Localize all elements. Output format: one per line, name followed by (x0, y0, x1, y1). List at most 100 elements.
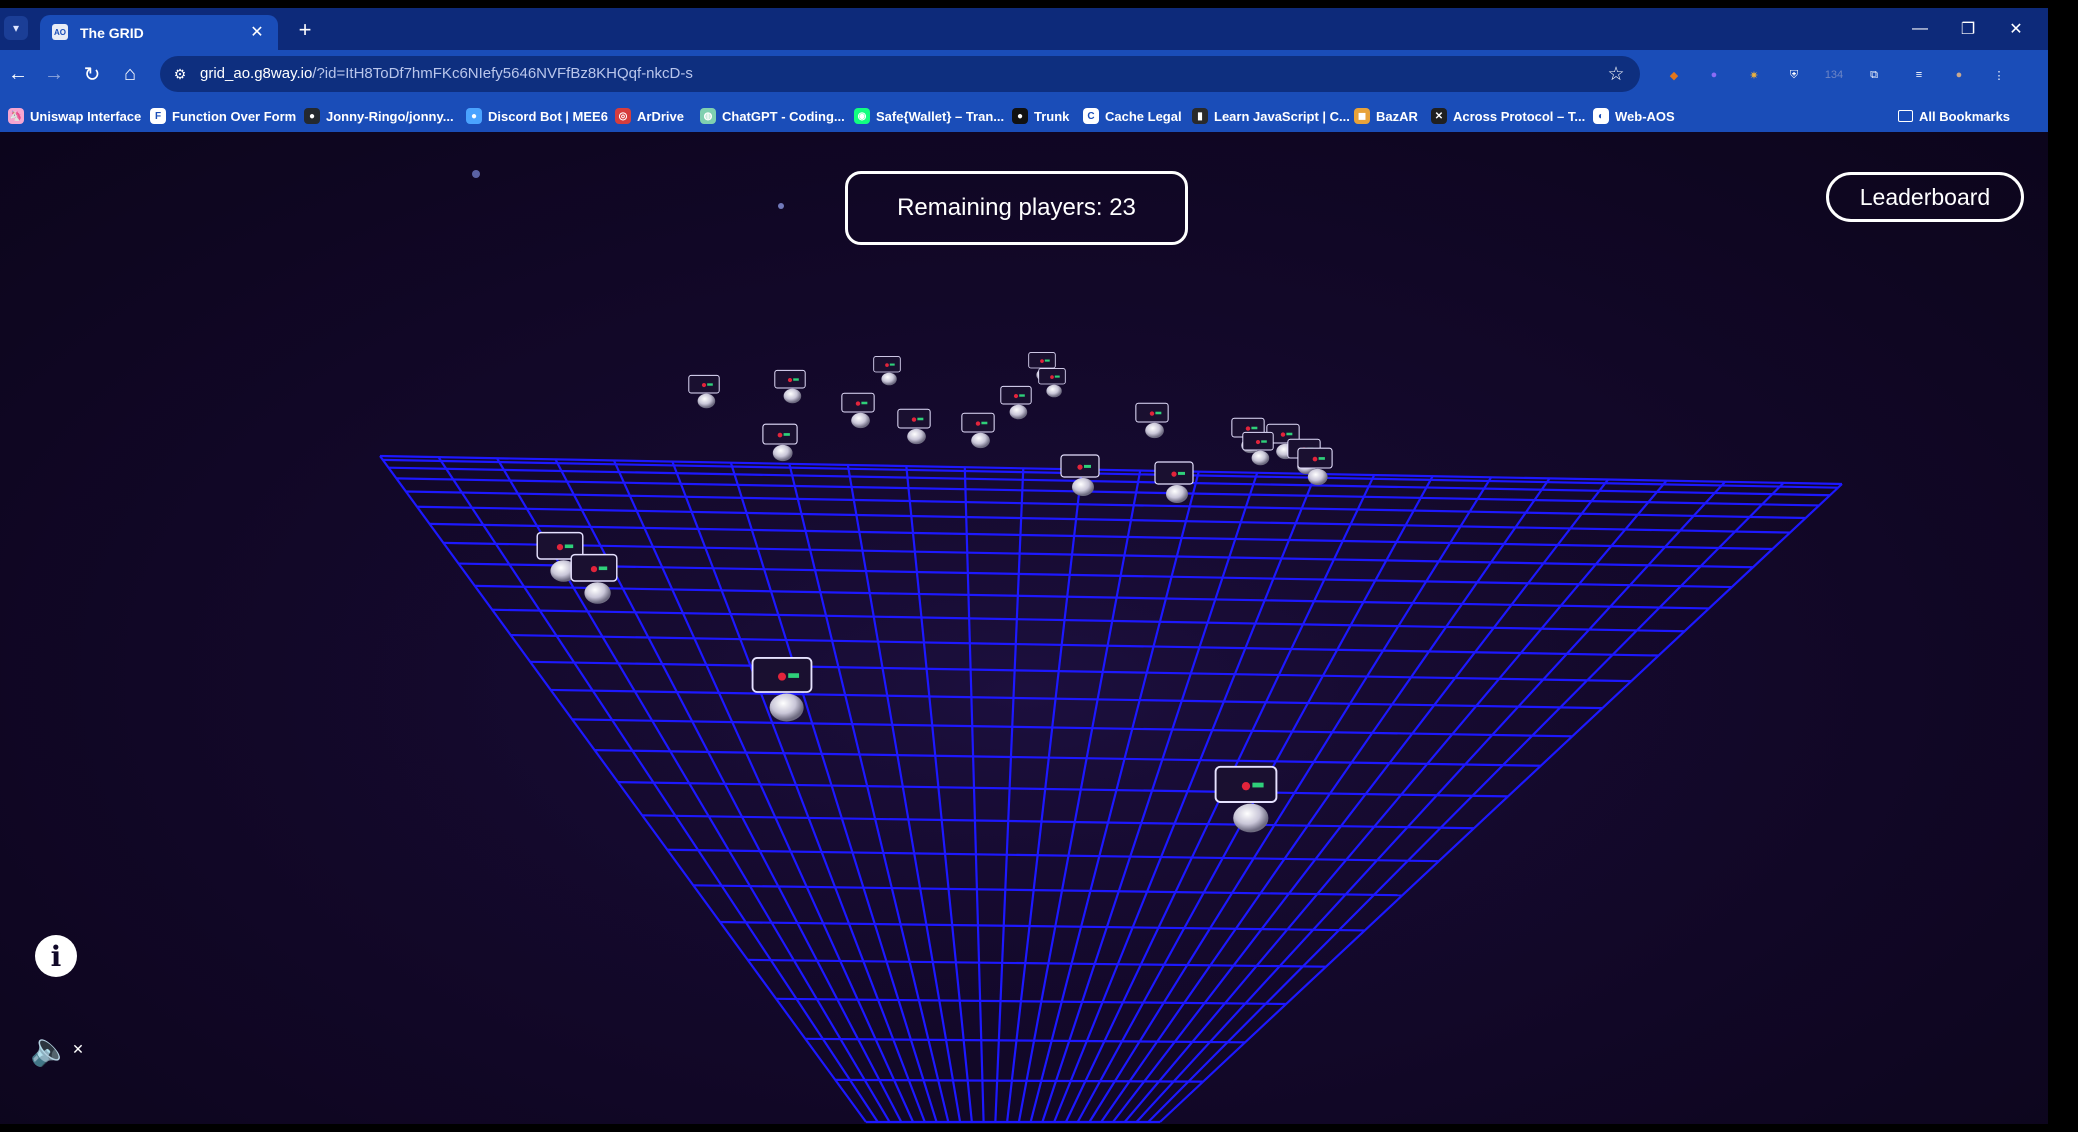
back-arrow-icon[interactable]: ← (4, 60, 32, 88)
bookmark-item[interactable]: ◼ BazAR (1354, 106, 1418, 126)
health-heart-icon (855, 401, 861, 406)
restore-button[interactable]: ❐ (1948, 16, 1988, 42)
bookmark-label: ArDrive (637, 108, 684, 124)
health-heart-icon (1312, 456, 1318, 462)
mute-x-glyph: ✕ (72, 1040, 84, 1057)
address-bar[interactable]: ⚙ grid_ao.g8way.io/?id=ItH8ToDf7hmFKc6NI… (160, 56, 1640, 92)
bookmark-item[interactable]: ● Discord Bot | MEE6 (466, 106, 608, 126)
health-heart-icon (777, 432, 783, 438)
player-body (881, 372, 897, 386)
health-heart-icon (1077, 464, 1083, 470)
star-particle (472, 170, 480, 178)
bookmark-favicon-icon: C (1083, 108, 1099, 124)
bookmark-favicon-icon: ● (466, 108, 482, 124)
mute-speaker-glyph: 🔈 (30, 1031, 71, 1067)
energy-bar (783, 433, 790, 436)
bookmark-item[interactable]: ▮ Learn JavaScript | C... (1192, 106, 1350, 126)
tab-search-chevron-icon[interactable]: ▾ (4, 16, 28, 40)
player-body (1307, 468, 1328, 486)
forward-arrow-icon[interactable]: → (40, 60, 68, 88)
bookmark-item[interactable]: ● Trunk (1012, 106, 1069, 126)
health-heart-icon (1241, 782, 1251, 791)
screen-edge (2048, 0, 2078, 1132)
bookmark-label: Learn JavaScript | C... (1214, 108, 1350, 124)
health-heart-icon (1171, 471, 1177, 477)
url-path: /?id=ItH8ToDf7hmFKc6NIefy5646NVFfBz8KHQq… (312, 65, 693, 82)
all-bookmarks-button[interactable]: All Bookmarks (1898, 106, 2010, 126)
bookmark-item[interactable]: 🦄 Uniswap Interface (8, 106, 141, 126)
health-heart-icon (556, 544, 564, 551)
energy-bar (981, 421, 988, 425)
energy-bar (564, 544, 574, 549)
sparkle-extension-icon[interactable]: ✷ (1743, 64, 1765, 86)
shield-extension-icon[interactable]: ⛨ (1783, 64, 1805, 86)
bookmark-item[interactable]: ✕ Across Protocol – T... (1431, 106, 1585, 126)
tab-strip: ▾ AO The GRID ✕ + — ❐ ✕ (0, 8, 2048, 50)
health-heart-icon (911, 417, 917, 422)
bookmark-label: Web-AOS (1615, 108, 1675, 124)
bookmark-item[interactable]: ● Jonny-Ringo/jonny... (304, 106, 454, 126)
info-icon[interactable]: i (35, 935, 77, 977)
bookmark-item[interactable]: ◍ ChatGPT - Coding... (700, 106, 845, 126)
bookmark-star-icon[interactable]: ☆ (1604, 62, 1628, 86)
player-body (907, 428, 926, 445)
energy-bar (889, 363, 895, 366)
energy-bar (1252, 782, 1264, 788)
bookmark-favicon-icon: ◐ (1593, 108, 1609, 124)
url-host: grid_ao.g8way.io (200, 65, 313, 82)
leaderboard-button[interactable]: Leaderboard (1826, 172, 2024, 222)
bookmark-label: Trunk (1034, 108, 1070, 124)
game-scene[interactable] (0, 132, 2048, 1124)
reload-icon[interactable]: ↻ (78, 60, 106, 88)
bookmark-favicon-icon: ◼ (1354, 108, 1370, 124)
bookmark-label: Across Protocol – T... (1453, 108, 1586, 124)
bookmark-label: ChatGPT - Coding... (722, 108, 845, 124)
energy-bar (1155, 411, 1162, 415)
player-body (783, 388, 802, 404)
window-close-button[interactable]: ✕ (1996, 16, 2036, 42)
badge-extension-icon[interactable]: 134 (1823, 64, 1845, 86)
bookmark-favicon-icon: ✕ (1431, 108, 1447, 124)
health-heart-icon (1040, 359, 1044, 363)
player-body (1072, 478, 1094, 496)
health-heart-icon (1013, 394, 1019, 399)
tab-close-icon[interactable]: ✕ (246, 21, 268, 43)
media-controls-icon[interactable]: ≡ (1908, 64, 1930, 86)
bookmark-item[interactable]: ◉ Safe{Wallet} – Tran... (854, 106, 1004, 126)
health-heart-icon (1255, 440, 1261, 445)
browser-menu-icon[interactable]: ⋮ (1988, 64, 2010, 86)
player-body (1166, 485, 1188, 503)
site-info-icon[interactable]: ⚙ (170, 64, 190, 84)
extensions-puzzle-icon[interactable]: ⧉ (1863, 64, 1885, 86)
player-body (1009, 404, 1028, 420)
energy-bar (1044, 359, 1050, 362)
home-icon[interactable]: ⌂ (116, 60, 144, 88)
new-tab-button[interactable]: + (292, 17, 318, 43)
active-tab[interactable]: AO The GRID ✕ (40, 15, 278, 50)
bookmark-item[interactable]: C Cache Legal (1083, 106, 1182, 126)
game-canvas[interactable]: Remaining players: 23 Leaderboard i 🔈 ✕ (0, 132, 2048, 1124)
browser-toolbar: ← → ↻ ⌂ ⚙ grid_ao.g8way.io/?id=ItH8ToDf7… (0, 50, 2048, 98)
health-heart-icon (1050, 375, 1054, 379)
url-text[interactable]: grid_ao.g8way.io/?id=ItH8ToDf7hmFKc6NIef… (200, 65, 693, 82)
energy-bar (1178, 471, 1185, 475)
bookmark-item[interactable]: ◐ Web-AOS (1593, 106, 1675, 126)
remaining-players-counter: Remaining players: 23 (845, 171, 1188, 245)
metamask-icon[interactable]: ◆ (1663, 64, 1685, 86)
energy-bar (1318, 457, 1325, 460)
bookmark-favicon-icon: ◍ (700, 108, 716, 124)
bookmark-item[interactable]: F Function Over Form (150, 106, 296, 126)
minimize-button[interactable]: — (1900, 16, 1940, 42)
profile-avatar[interactable]: ● (1948, 64, 1970, 86)
bookmark-item[interactable]: ◎ ArDrive (615, 106, 684, 126)
player-body (1251, 450, 1270, 466)
mute-speaker-icon[interactable]: 🔈 ✕ (30, 1024, 84, 1074)
player-body (769, 693, 804, 722)
wallet-extension-icon[interactable]: ● (1703, 64, 1725, 86)
energy-bar (1251, 426, 1258, 430)
player-body (584, 582, 611, 604)
bookmark-label: Uniswap Interface (30, 108, 142, 124)
bookmark-favicon-icon: 🦄 (8, 108, 24, 124)
health-heart-icon (1280, 432, 1286, 437)
star-particle (778, 203, 784, 209)
